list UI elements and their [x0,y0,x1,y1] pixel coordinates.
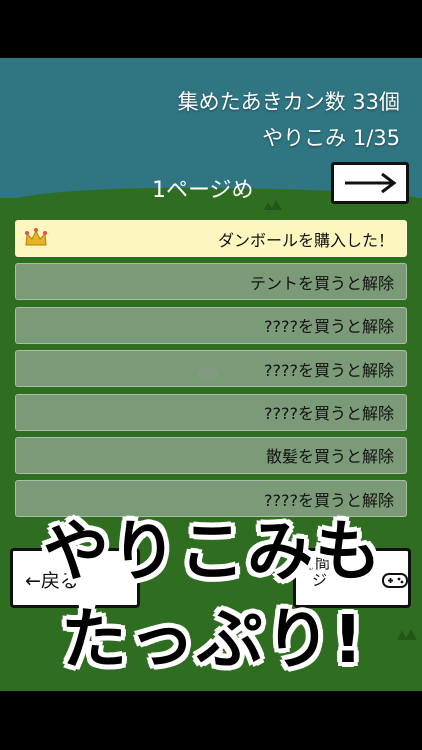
crown-icon [25,228,47,246]
achievement-label: ????を買うと解除 [264,404,394,424]
right-arrow-icon [345,172,397,194]
page-label: 1ページめ [152,178,254,203]
achievement-list: ダンボールを購入した！ テントを買うと解除 ????を買うと解除 ????を買う… [15,220,407,524]
achievement-label: ダンボールを購入した！ [217,230,394,250]
grass-tuft-icon [397,629,417,640]
game-screen: 集めたあきカン数 33個 やりこみ 1/35 1ページめ ダンボールを購入した！… [0,58,422,691]
achievement-label: 散髪を買うと解除 [265,447,394,467]
achievement-row[interactable]: ????を買うと解除 [15,350,407,388]
grass-tuft-icon [264,200,282,210]
achievement-row[interactable]: ダンボールを購入した！ [15,220,407,257]
achievement-row[interactable]: 散髪を買うと解除 [15,436,407,474]
cans-collected-text: 集めたあきカン数 33個 [177,90,400,114]
achievement-count-text: やりこみ 1/35 [262,126,400,150]
achievement-row[interactable]: テントを買うと解除 [15,263,407,301]
next-page-button[interactable] [331,162,409,204]
promo-line-2: たっぷり! [60,601,366,678]
achievement-label: ????を買うと解除 [264,360,394,380]
promo-line-1: やりこみも [43,513,383,590]
achievement-row[interactable]: ????を買うと解除 [15,306,407,344]
achievement-row[interactable]: ????を買うと解除 [15,393,407,431]
achievement-label: テントを買うと解除 [249,273,394,293]
achievement-label: ????を買うと解除 [264,317,394,337]
